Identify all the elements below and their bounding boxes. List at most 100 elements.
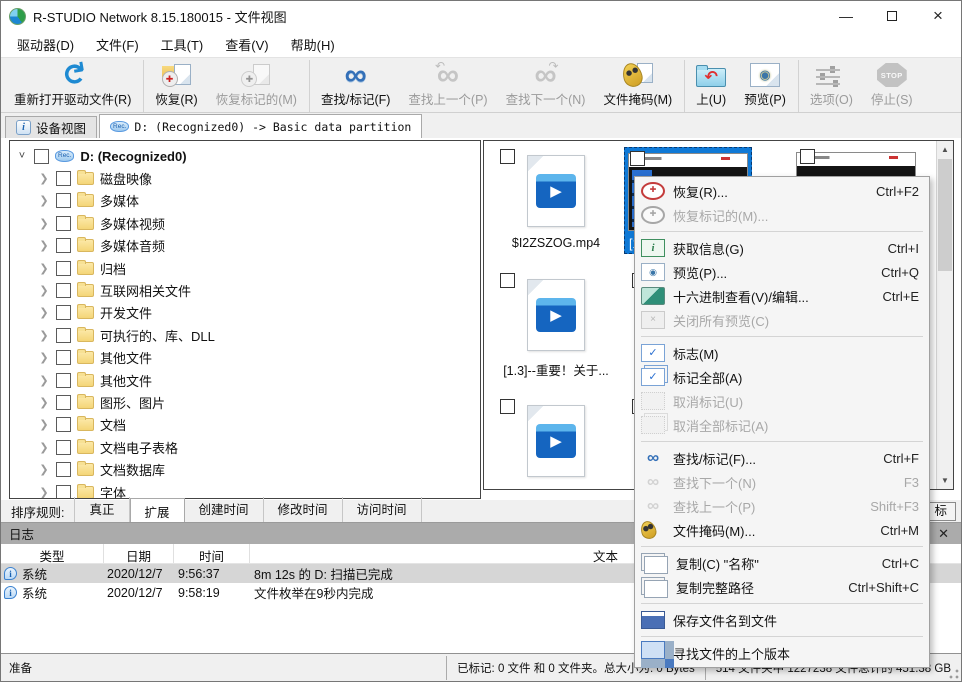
expand-chevron-icon[interactable]: ❯ bbox=[38, 418, 50, 431]
context-menu-item[interactable]: 取消标记(U) bbox=[635, 389, 929, 413]
expand-chevron-icon[interactable]: ❯ bbox=[38, 374, 50, 387]
toolbar-button[interactable]: STOP 停止(S) bbox=[862, 60, 922, 112]
expand-chevron-icon[interactable]: ❯ bbox=[38, 329, 50, 342]
tree-item[interactable]: ❯ 其他文件 bbox=[10, 347, 480, 369]
maximize-button[interactable] bbox=[869, 1, 915, 31]
scroll-down-icon[interactable]: ▼ bbox=[937, 472, 953, 489]
folder-checkbox[interactable] bbox=[56, 350, 71, 365]
sort-tab[interactable]: 真正 bbox=[74, 497, 129, 525]
tab-device-view[interactable]: 设备视图 bbox=[5, 116, 97, 138]
tree-item[interactable]: ❯ 多媒体 bbox=[10, 190, 480, 212]
expand-chevron-icon[interactable]: ❯ bbox=[38, 463, 50, 476]
sort-tab[interactable]: 访问时间 bbox=[343, 497, 422, 525]
tree-item[interactable]: ❯ 互联网相关文件 bbox=[10, 279, 480, 301]
log-col-type[interactable]: 类型 bbox=[1, 544, 104, 563]
menu-item[interactable]: 文件(F) bbox=[86, 32, 149, 57]
file-checkbox[interactable] bbox=[500, 149, 515, 164]
file-checkbox[interactable] bbox=[500, 273, 515, 288]
menu-item[interactable]: 驱动器(D) bbox=[7, 32, 84, 57]
tree-item[interactable]: ❯ 可执行的、库、DLL bbox=[10, 324, 480, 346]
context-menu-item[interactable]: 取消全部标记(A) bbox=[635, 413, 929, 437]
context-menu-item[interactable]: 查找上一个(P) Shift+F3 bbox=[635, 494, 929, 518]
collapse-chevron-icon[interactable]: ˅ bbox=[16, 150, 28, 162]
folder-checkbox[interactable] bbox=[56, 171, 71, 186]
sort-tab[interactable]: 创建时间 bbox=[185, 497, 264, 525]
context-menu-item[interactable]: 关闭所有预览(C) bbox=[635, 308, 929, 332]
expand-chevron-icon[interactable]: ❯ bbox=[38, 194, 50, 207]
folder-checkbox[interactable] bbox=[56, 395, 71, 410]
toolbar-button[interactable]: 恢复(R) bbox=[146, 60, 206, 112]
tree-item[interactable]: ❯ 文档 bbox=[10, 414, 480, 436]
tree-item[interactable]: ❯ 文档电子表格 bbox=[10, 436, 480, 458]
context-menu-item[interactable]: 十六进制查看(V)/编辑... Ctrl+E bbox=[635, 284, 929, 308]
tree-item[interactable]: ❯ 开发文件 bbox=[10, 302, 480, 324]
file-checkbox[interactable] bbox=[630, 151, 645, 166]
folder-checkbox[interactable] bbox=[56, 261, 71, 276]
icons-view-button[interactable]: 标 bbox=[925, 502, 956, 521]
context-menu-item[interactable]: 复制(C) "名称" Ctrl+C bbox=[635, 551, 929, 575]
tree-item[interactable]: ❯ 其他文件 bbox=[10, 369, 480, 391]
toolbar-button[interactable]: 预览(P) bbox=[735, 60, 799, 112]
expand-chevron-icon[interactable]: ❯ bbox=[38, 486, 50, 499]
expand-chevron-icon[interactable]: ❯ bbox=[38, 284, 50, 297]
expand-chevron-icon[interactable]: ❯ bbox=[38, 239, 50, 252]
log-close-icon[interactable]: ✕ bbox=[934, 526, 953, 542]
expand-chevron-icon[interactable]: ❯ bbox=[38, 441, 50, 454]
tree-item[interactable]: ❯ 图形、图片 bbox=[10, 391, 480, 413]
folder-checkbox[interactable] bbox=[56, 238, 71, 253]
file-item[interactable]: $I2ZSZOG.mp4 bbox=[492, 147, 620, 252]
expand-chevron-icon[interactable]: ❯ bbox=[38, 306, 50, 319]
context-menu-item[interactable]: 文件掩码(M)... Ctrl+M bbox=[635, 518, 929, 542]
file-item[interactable]: [1.3]--重要！关于... bbox=[492, 271, 620, 381]
context-menu-item[interactable]: 获取信息(G) Ctrl+I bbox=[635, 236, 929, 260]
folder-checkbox[interactable] bbox=[56, 462, 71, 477]
log-col-date[interactable]: 日期 bbox=[104, 544, 174, 563]
scroll-up-icon[interactable]: ▲ bbox=[937, 141, 953, 158]
toolbar-button[interactable]: 选项(O) bbox=[801, 60, 862, 112]
toolbar-button[interactable]: 重新打开驱动文件(R) bbox=[5, 60, 144, 112]
tree-item[interactable]: ❯ 多媒体音频 bbox=[10, 235, 480, 257]
folder-checkbox[interactable] bbox=[56, 485, 71, 499]
context-menu-item[interactable]: 标志(M) bbox=[635, 341, 929, 365]
context-menu-item[interactable]: 查找/标记(F)... Ctrl+F bbox=[635, 446, 929, 470]
close-button[interactable]: × bbox=[915, 1, 961, 31]
vertical-scrollbar[interactable]: ▲ ▼ bbox=[936, 141, 953, 489]
toolbar-button[interactable]: 查找/标记(F) bbox=[312, 60, 399, 112]
context-menu-item[interactable]: 保存文件名到文件 bbox=[635, 608, 929, 632]
tab-recognized-partition[interactable]: Rec. D: (Recognized0) -> Basic data part… bbox=[99, 114, 422, 138]
file-item[interactable]: [2.3]--掌握CE挖掘... bbox=[492, 397, 620, 489]
minimize-button[interactable]: — bbox=[823, 1, 869, 31]
folder-checkbox[interactable] bbox=[56, 440, 71, 455]
folder-checkbox[interactable] bbox=[56, 328, 71, 343]
expand-chevron-icon[interactable]: ❯ bbox=[38, 172, 50, 185]
toolbar-button[interactable]: 查找下一个(N) bbox=[497, 60, 595, 112]
file-checkbox[interactable] bbox=[800, 149, 815, 164]
folder-checkbox[interactable] bbox=[56, 283, 71, 298]
expand-chevron-icon[interactable]: ❯ bbox=[38, 262, 50, 275]
log-col-time[interactable]: 时间 bbox=[174, 544, 250, 563]
context-menu-item[interactable]: 寻找文件的上个版本 bbox=[635, 641, 929, 665]
context-menu-item[interactable]: 恢复标记的(M)... bbox=[635, 203, 929, 227]
context-menu-item[interactable]: 复制完整路径 Ctrl+Shift+C bbox=[635, 575, 929, 599]
scrollbar-thumb[interactable] bbox=[938, 159, 952, 271]
expand-chevron-icon[interactable]: ❯ bbox=[38, 217, 50, 230]
tree-item[interactable]: ❯ 归档 bbox=[10, 257, 480, 279]
toolbar-button[interactable]: 上(U) bbox=[687, 60, 735, 112]
file-checkbox[interactable] bbox=[500, 399, 515, 414]
expand-chevron-icon[interactable]: ❯ bbox=[38, 351, 50, 364]
resize-grip[interactable] bbox=[949, 669, 959, 679]
folder-checkbox[interactable] bbox=[56, 216, 71, 231]
menu-item[interactable]: 工具(T) bbox=[151, 32, 214, 57]
context-menu-item[interactable]: 恢复(R)... Ctrl+F2 bbox=[635, 179, 929, 203]
toolbar-button[interactable]: 查找上一个(P) bbox=[399, 60, 496, 112]
tree-item[interactable]: ❯ 磁盘映像 bbox=[10, 167, 480, 189]
folder-checkbox[interactable] bbox=[56, 193, 71, 208]
sort-tab[interactable]: 修改时间 bbox=[264, 497, 343, 525]
context-menu-item[interactable]: 查找下一个(N) F3 bbox=[635, 470, 929, 494]
menu-item[interactable]: 查看(V) bbox=[215, 32, 278, 57]
toolbar-button[interactable]: 文件掩码(M) bbox=[594, 60, 685, 112]
folder-checkbox[interactable] bbox=[56, 417, 71, 432]
expand-chevron-icon[interactable]: ❯ bbox=[38, 396, 50, 409]
tree-item[interactable]: ❯ 多媒体视频 bbox=[10, 212, 480, 234]
context-menu-item[interactable]: 预览(P)... Ctrl+Q bbox=[635, 260, 929, 284]
